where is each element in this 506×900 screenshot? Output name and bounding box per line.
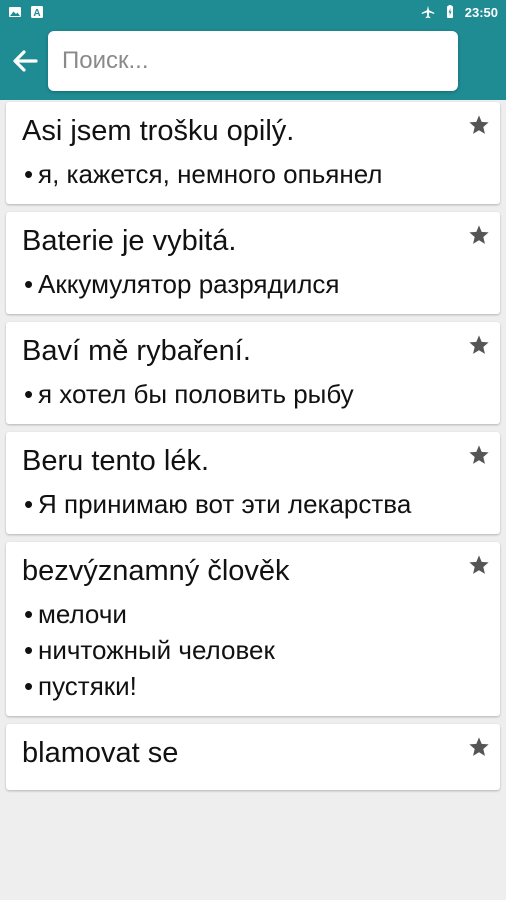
status-time: 23:50 xyxy=(464,4,498,20)
entry-term: Asi jsem trošku opilý. xyxy=(22,115,295,147)
star-icon[interactable] xyxy=(468,224,490,246)
back-button[interactable] xyxy=(8,44,42,78)
translation-item: • пустяки! xyxy=(22,668,456,704)
entry-term: bezvýznamný člověk xyxy=(22,555,290,587)
translation-list: • Аккумулятор разрядился xyxy=(22,266,456,302)
translation-item: • я хотел бы половить рыбу xyxy=(22,376,456,412)
entry-card[interactable]: Asi jsem trošku opilý. • я, кажется, немно… xyxy=(6,102,500,204)
status-bar: A 23:50 xyxy=(0,0,506,24)
status-bar-right: 23:50 xyxy=(421,5,498,20)
entry-card[interactable]: blamovat se xyxy=(6,724,500,790)
text-a-icon: A xyxy=(31,6,43,19)
entry-term: Baterie je vybitá. xyxy=(22,225,237,257)
entry-list[interactable]: Asi jsem trošku opilý. • я, кажется, немно… xyxy=(0,100,506,900)
entry-term: Beru tento lék. xyxy=(22,445,209,477)
translation-item: • Аккумулятор разрядился xyxy=(22,266,456,302)
bullet: • xyxy=(24,671,34,701)
translation-text: мелочи xyxy=(38,599,127,629)
star-icon[interactable] xyxy=(468,444,490,466)
entry-card[interactable]: Baví mě rybaření. • я хотел бы половить ры… xyxy=(6,322,500,424)
bullet: • xyxy=(24,489,34,519)
bullet: • xyxy=(24,269,34,299)
airplane-icon xyxy=(421,5,434,19)
translation-item: • Я принимаю вот эти лекарства xyxy=(22,486,456,522)
svg-text:A: A xyxy=(33,8,40,19)
translation-text: Я принимаю вот эти лекарства xyxy=(38,489,412,519)
entry-card[interactable]: bezvýznamný člověk • мелочи • ничтожный чело… xyxy=(6,542,500,716)
image-icon xyxy=(9,7,21,17)
translation-item: • мелочи xyxy=(22,596,456,632)
translation-list: • я хотел бы половить рыбу xyxy=(22,376,456,412)
translation-text: Аккумулятор разрядился xyxy=(38,269,340,299)
battery-icon xyxy=(446,5,453,18)
star-icon[interactable] xyxy=(468,334,490,356)
translation-text: ничтожный человек xyxy=(38,635,275,665)
bullet: • xyxy=(24,159,34,189)
search-input[interactable] xyxy=(48,31,458,91)
bullet: • xyxy=(24,635,34,665)
entry-term: Baví mě rybaření. xyxy=(22,335,251,367)
translation-text: я хотел бы половить рыбу xyxy=(38,379,354,409)
translation-list: • мелочи • ничтожный человек • пустяки! xyxy=(22,596,456,704)
translation-item: • я, кажется, немного опьянел xyxy=(22,156,456,192)
translation-item: • ничтожный человек xyxy=(22,632,456,668)
translation-list: • Я принимаю вот эти лекарства xyxy=(22,486,456,522)
bullet: • xyxy=(24,379,34,409)
translation-text: пустяки! xyxy=(38,671,137,701)
entry-card[interactable]: Baterie je vybitá. • Аккумулятор разрядилс… xyxy=(6,212,500,314)
status-bar-left: A xyxy=(8,5,44,19)
star-icon[interactable] xyxy=(468,554,490,576)
app-bar xyxy=(0,24,506,100)
entry-term: blamovat se xyxy=(22,737,179,769)
bullet: • xyxy=(24,599,34,629)
star-icon[interactable] xyxy=(468,114,490,136)
entry-card[interactable]: Beru tento lék. • Я принимаю вот эти лекар… xyxy=(6,432,500,534)
translation-text: я, кажется, немного опьянел xyxy=(38,159,383,189)
star-icon[interactable] xyxy=(468,736,490,758)
translation-list: • я, кажется, немного опьянел xyxy=(22,156,456,192)
back-arrow-icon xyxy=(13,50,38,72)
